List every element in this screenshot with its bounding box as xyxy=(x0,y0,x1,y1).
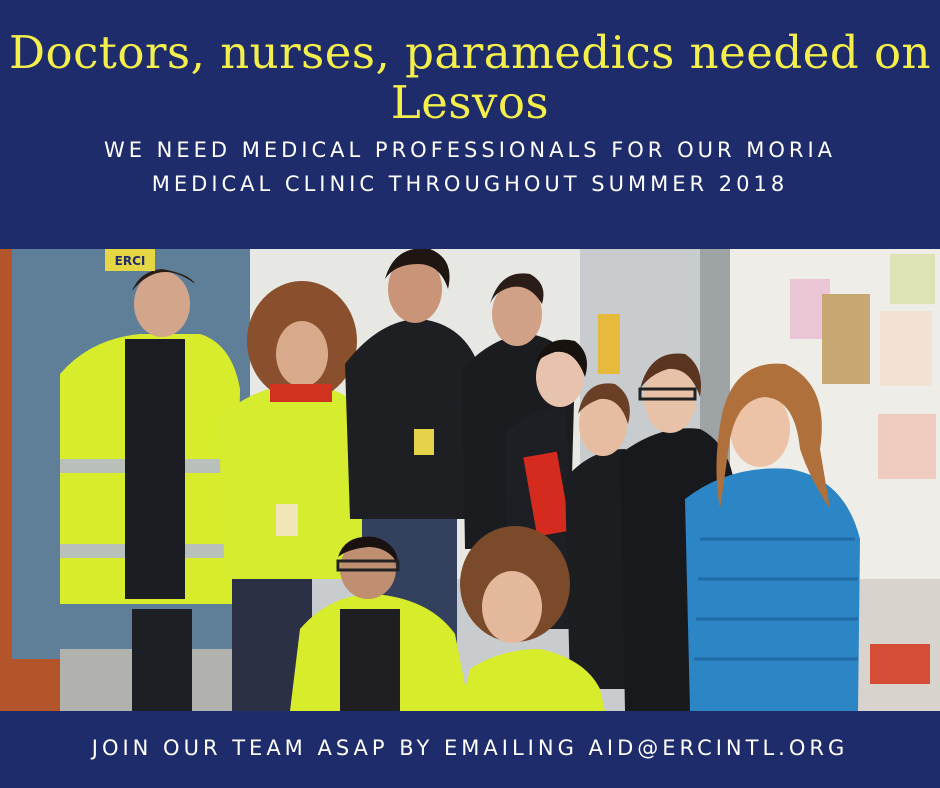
poster-2 xyxy=(822,294,870,384)
team-photo-illustration: ERCI xyxy=(0,249,940,711)
poster-5 xyxy=(878,414,936,479)
person-3-hoodie xyxy=(345,319,480,519)
subtitle-line-1: We need medical professionals for our Mo… xyxy=(103,138,837,162)
person-2-badge xyxy=(276,504,298,536)
person-2-scarf xyxy=(270,384,332,402)
cta-text: Join our team ASAP by emailing aid@ercin… xyxy=(91,736,849,760)
person-10-face xyxy=(482,571,542,643)
subtitle: We need medical professionals for our Mo… xyxy=(60,133,880,201)
person-3-badge xyxy=(414,429,434,455)
person-1-legs xyxy=(132,609,192,711)
team-photo: ERCI xyxy=(0,249,940,711)
subtitle-line-2: medical clinic throughout Summer 2018 xyxy=(151,172,789,196)
footer-banner: Join our team ASAP by emailing aid@ercin… xyxy=(0,711,940,788)
person-2-face xyxy=(276,321,328,387)
person-8-jacket xyxy=(685,468,860,711)
red-box xyxy=(870,644,930,684)
poster-6 xyxy=(598,314,620,374)
person-9-scarf xyxy=(340,609,400,711)
erci-sign-text: ERCI xyxy=(115,254,146,268)
person-1-face xyxy=(134,271,190,337)
person-1-hoodie xyxy=(125,339,185,599)
header-banner: Doctors, nurses, paramedics needed on Le… xyxy=(0,0,940,249)
poster-4 xyxy=(890,254,935,304)
poster-3 xyxy=(880,311,932,386)
headline: Doctors, nurses, paramedics needed on Le… xyxy=(8,26,932,129)
